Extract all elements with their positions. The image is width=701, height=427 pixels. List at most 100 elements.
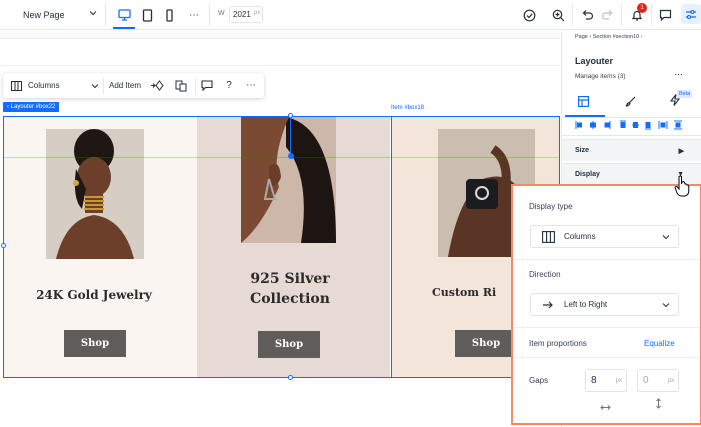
gap-unit: px bbox=[615, 378, 622, 384]
equalize-link[interactable]: Equalize bbox=[644, 339, 675, 348]
check-icon[interactable] bbox=[519, 5, 539, 25]
arrow-right-icon bbox=[543, 301, 553, 309]
width-unit: px bbox=[254, 10, 261, 16]
horizontal-gap-value: 8 bbox=[591, 375, 597, 386]
divider bbox=[562, 135, 701, 136]
more-actions-icon[interactable]: ⋯ bbox=[243, 73, 259, 98]
more-options-icon[interactable]: ⋯ bbox=[674, 69, 683, 80]
spacing-guide bbox=[290, 116, 291, 158]
tablet-view-icon[interactable] bbox=[137, 5, 157, 25]
divider bbox=[195, 77, 196, 94]
comments-icon[interactable] bbox=[655, 5, 675, 25]
canvas-ruler-band bbox=[0, 31, 560, 39]
editor-window: New Page ⋯ W 2021 px 1 Columns Add Item … bbox=[0, 0, 701, 427]
direction-select[interactable]: Left to Right bbox=[530, 293, 679, 316]
card-title-line: 24K Gold Jewelry bbox=[36, 288, 152, 302]
horizontal-gap-input[interactable]: 8 px bbox=[585, 369, 627, 392]
horizontal-gap-icon bbox=[600, 398, 611, 416]
layout-icon bbox=[578, 96, 590, 108]
panel-title: Layouter bbox=[575, 56, 614, 66]
drag-handle[interactable] bbox=[288, 153, 294, 159]
silver-jewelry-photo bbox=[241, 117, 336, 243]
floating-toolbar: Columns Add Item ? ⋯ bbox=[3, 73, 264, 98]
beta-badge: Beta bbox=[677, 90, 693, 98]
card-title-line: Collection bbox=[250, 291, 330, 308]
vertical-gap-value: 0 bbox=[643, 375, 649, 386]
hand-cursor-icon bbox=[674, 175, 690, 202]
help-icon[interactable]: ? bbox=[221, 73, 237, 98]
size-section[interactable]: Size ▶ bbox=[562, 139, 701, 161]
design-tab[interactable] bbox=[625, 94, 636, 112]
add-item-button[interactable]: Add Item bbox=[107, 73, 143, 98]
vertical-gap-input[interactable]: 0 px bbox=[637, 369, 679, 392]
tabs-divider bbox=[562, 117, 701, 118]
alignment-guide bbox=[3, 157, 560, 158]
divider bbox=[513, 327, 699, 328]
canvas-header-strip bbox=[0, 40, 560, 66]
breadcrumb[interactable]: Page › Section #section10 › bbox=[575, 34, 643, 40]
resize-handle-top[interactable] bbox=[288, 113, 293, 118]
card-title-line: 925 Silver bbox=[250, 271, 330, 287]
sliders-icon bbox=[686, 9, 696, 19]
divider bbox=[651, 4, 652, 26]
shop-button[interactable]: Shop bbox=[258, 331, 320, 358]
divider bbox=[513, 259, 699, 260]
item-proportions-label: Item proportions bbox=[529, 339, 587, 348]
display-type-label: Display type bbox=[529, 202, 573, 211]
redo-icon[interactable] bbox=[597, 5, 617, 25]
direction-label: Direction bbox=[529, 270, 561, 279]
shop-button[interactable]: Shop bbox=[455, 330, 517, 357]
divider bbox=[513, 357, 699, 358]
chevron-down-icon bbox=[662, 235, 670, 240]
duplicate-icon[interactable] bbox=[173, 73, 189, 98]
notification-badge: 1 bbox=[637, 3, 647, 13]
zoom-icon[interactable] bbox=[548, 5, 568, 25]
layout-tab[interactable] bbox=[578, 94, 590, 112]
width-label: W bbox=[218, 10, 225, 17]
resize-handle-bottom[interactable] bbox=[288, 375, 293, 380]
width-value: 2021 bbox=[233, 10, 251, 19]
shop-button[interactable]: Shop bbox=[64, 330, 126, 357]
divider bbox=[103, 77, 104, 94]
display-settings-callout: Display type Columns Direction Left to R… bbox=[511, 184, 701, 425]
arrange-icon[interactable] bbox=[149, 73, 165, 98]
columns-icon bbox=[11, 80, 22, 91]
columns-icon bbox=[542, 231, 555, 243]
chevron-down-icon bbox=[89, 11, 97, 16]
chevron-down-icon bbox=[662, 303, 670, 308]
section-label: Display bbox=[575, 171, 600, 178]
add-item-label: Add Item bbox=[108, 81, 141, 90]
section-label: Size bbox=[575, 147, 590, 154]
resize-handle-left[interactable] bbox=[1, 243, 6, 248]
page-selector[interactable]: New Page bbox=[8, 3, 106, 26]
gap-unit: px bbox=[667, 378, 674, 384]
layout-name: Columns bbox=[28, 81, 60, 90]
gold-jewelry-photo bbox=[46, 129, 144, 259]
alignment-toolbar bbox=[574, 119, 689, 131]
manage-items-link[interactable]: Manage items (3) bbox=[575, 73, 626, 80]
card-title: 24K Gold Jewelry bbox=[4, 287, 184, 304]
comment-icon[interactable] bbox=[199, 73, 215, 98]
layouter-gallery[interactable]: 24K Gold Jewelry Shop 925 Silver Collect… bbox=[3, 116, 560, 378]
brush-icon bbox=[625, 96, 636, 107]
mobile-view-icon[interactable] bbox=[159, 5, 179, 25]
divider bbox=[621, 4, 622, 26]
desktop-view-icon[interactable] bbox=[114, 5, 134, 25]
chevron-down-icon bbox=[91, 84, 99, 89]
direction-value: Left to Right bbox=[564, 300, 608, 309]
active-view-indicator bbox=[113, 27, 135, 29]
layout-dropdown[interactable]: Columns bbox=[11, 73, 99, 98]
item-label: Item #box18 bbox=[391, 105, 425, 111]
display-type-value: Columns bbox=[564, 232, 596, 241]
gaps-label: Gaps bbox=[529, 376, 549, 385]
panel-settings-button[interactable] bbox=[681, 4, 701, 24]
divider bbox=[209, 4, 210, 26]
vertical-gap-icon bbox=[655, 396, 662, 414]
page-name: New Page bbox=[23, 9, 65, 20]
selection-label[interactable]: ‹ Layouter #box22 bbox=[3, 102, 60, 112]
chevron-right-icon: ▶ bbox=[678, 147, 684, 155]
display-type-select[interactable]: Columns bbox=[530, 225, 679, 248]
divider bbox=[572, 4, 573, 26]
more-views-icon[interactable]: ⋯ bbox=[184, 5, 204, 25]
undo-icon[interactable] bbox=[577, 5, 597, 25]
